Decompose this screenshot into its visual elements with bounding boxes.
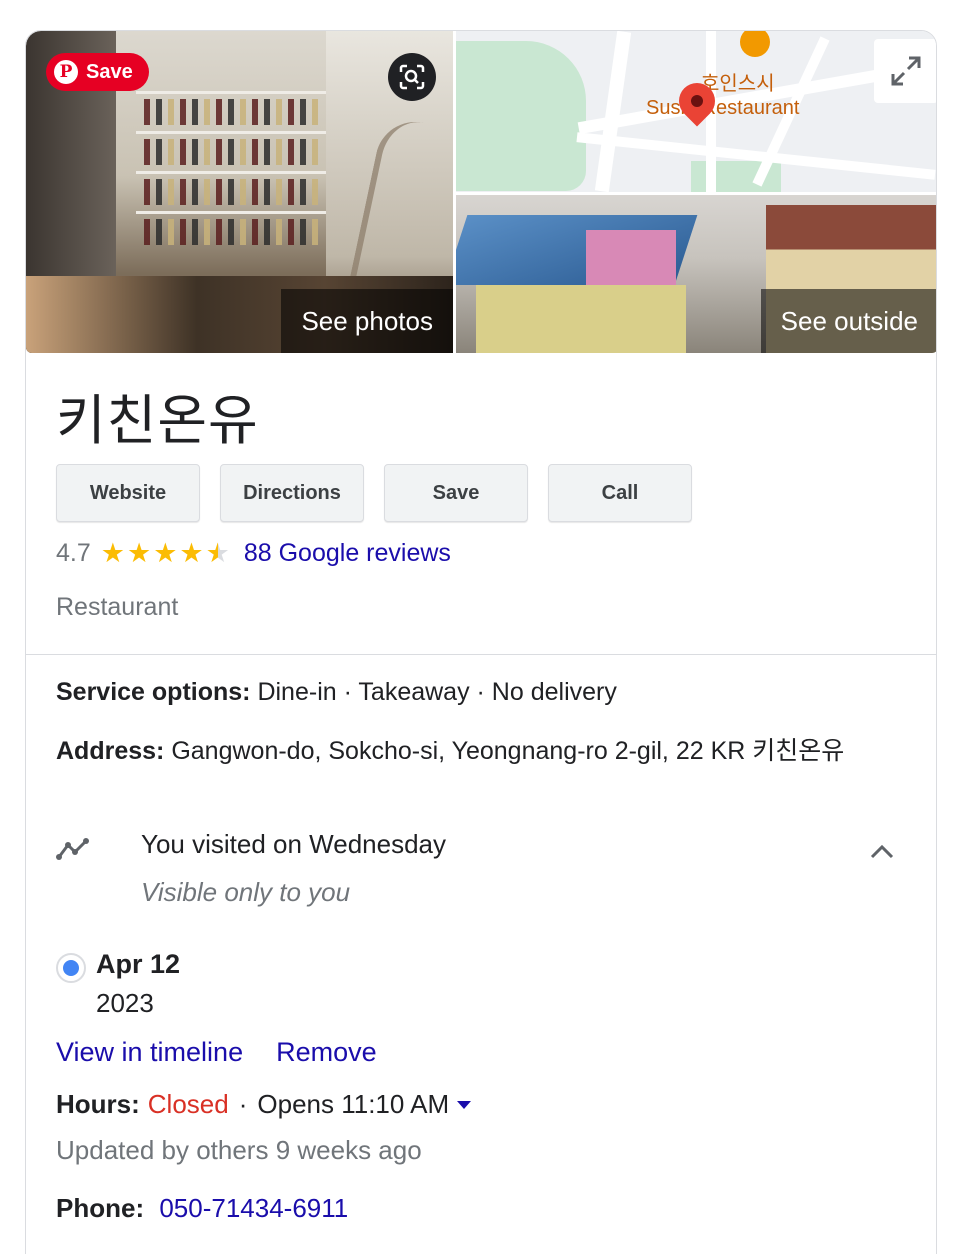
see-photos-button[interactable]: See photos <box>281 289 453 353</box>
rating-value: 4.7 <box>56 539 91 567</box>
media-gallery: P Save See photos 호인스시 Sushi Restaurant … <box>26 31 936 353</box>
rating-row: 4.7 ★ ★ ★ ★ ★ 88 Google reviews <box>56 539 451 568</box>
visit-year: 2023 <box>96 988 154 1018</box>
divider <box>26 654 936 655</box>
place-category: Restaurant <box>56 593 179 621</box>
closed-status: Closed <box>147 1089 229 1119</box>
hours-separator: · <box>238 1089 248 1119</box>
hours-label: Hours: <box>56 1089 140 1119</box>
service-options-value: Dine-in · Takeaway · No delivery <box>257 678 617 706</box>
star-rating: ★ ★ ★ ★ ★ <box>101 540 230 567</box>
view-in-timeline-link[interactable]: View in timeline <box>56 1037 243 1068</box>
address-value[interactable]: Gangwon-do, Sokcho-si, Yeongnang-ro 2-gi… <box>171 737 844 765</box>
visibility-note: Visible only to you <box>141 877 351 907</box>
interior-photo[interactable]: P Save See photos <box>26 31 453 353</box>
star-icon: ★ <box>100 538 125 568</box>
star-icon: ★ <box>126 538 152 568</box>
phone-row: Phone: 050-71434-6911 <box>56 1193 348 1224</box>
star-icon: ★ <box>153 538 178 568</box>
phone-number-link[interactable]: 050-71434-6911 <box>159 1193 348 1223</box>
visit-date: Apr 12 <box>96 949 181 979</box>
pinterest-save-label: Save <box>86 60 133 83</box>
hours-row[interactable]: Hours: Closed · Opens 11:10 AM <box>56 1089 472 1120</box>
expand-icon <box>891 56 921 86</box>
pinterest-save-button[interactable]: P Save <box>46 53 149 91</box>
phone-label: Phone: <box>56 1193 145 1223</box>
see-photos-label: See photos <box>301 305 433 336</box>
visit-links: View in timeline Remove <box>56 1037 377 1068</box>
see-outside-button[interactable]: See outside <box>760 289 936 353</box>
address: Address: Gangwon-do, Sokcho-si, Yeongnan… <box>56 729 896 773</box>
map-place-label-en: Sushi Restaurant <box>646 97 800 119</box>
dropdown-caret-icon[interactable] <box>457 1100 472 1109</box>
remove-link[interactable]: Remove <box>276 1037 377 1068</box>
map-thumbnail[interactable]: 호인스시 Sushi Restaurant <box>456 31 936 192</box>
call-button[interactable]: Call <box>548 464 692 522</box>
directions-button[interactable]: Directions <box>220 464 364 522</box>
lens-icon <box>399 64 425 90</box>
action-buttons: Website Directions Save Call <box>56 464 692 522</box>
half-star-icon: ★ <box>205 538 230 568</box>
chevron-up-icon[interactable] <box>868 841 896 861</box>
place-name: 키친온유 <box>56 389 259 452</box>
google-reviews-link[interactable]: 88 Google reviews <box>244 539 451 568</box>
expand-map-button[interactable] <box>874 39 936 103</box>
lens-search-button[interactable] <box>388 53 436 101</box>
hours-updated-note: Updated by others 9 weeks ago <box>56 1135 422 1165</box>
save-button[interactable]: Save <box>384 464 528 522</box>
star-icon: ★ <box>179 538 204 568</box>
pinterest-icon: P <box>54 60 78 84</box>
visit-date-radio[interactable] <box>56 953 86 983</box>
address-label: Address: <box>56 737 165 765</box>
visited-text: You visited on Wednesday <box>141 829 446 859</box>
see-outside-label: See outside <box>780 305 918 336</box>
service-options-label: Service options: <box>56 678 251 706</box>
website-button[interactable]: Website <box>56 464 200 522</box>
service-options: Service options: Dine-in · Takeaway · No… <box>56 670 617 714</box>
opens-time: Opens 11:10 AM <box>257 1089 450 1119</box>
street-view-photo[interactable]: See outside <box>456 195 936 353</box>
restaurant-marker-icon <box>740 31 770 57</box>
timeline-icon <box>56 838 89 860</box>
knowledge-panel: P Save See photos 호인스시 Sushi Restaurant … <box>25 30 937 1254</box>
